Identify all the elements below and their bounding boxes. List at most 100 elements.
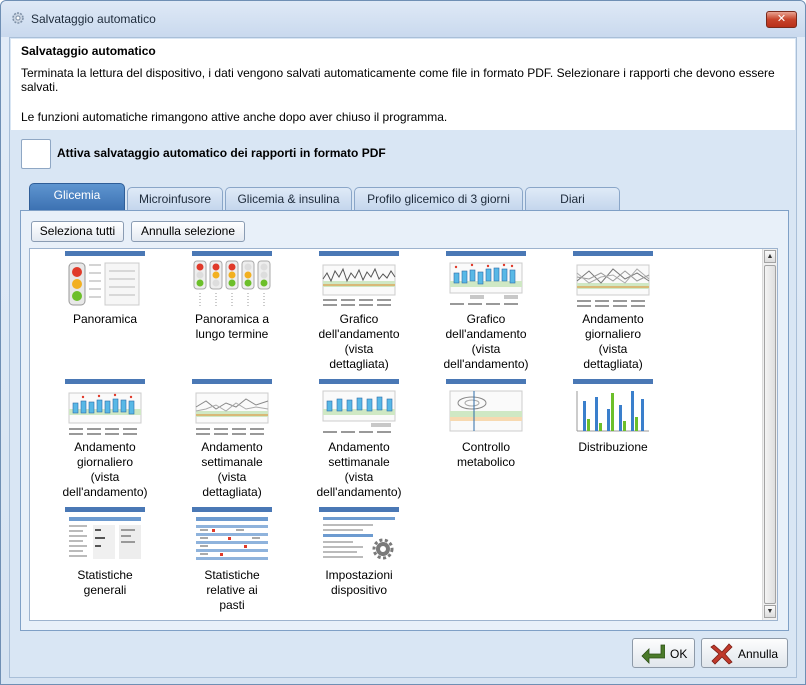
tab-glicemia[interactable]: Glicemia	[29, 183, 125, 212]
report-item-andamento-settimanale-dettagliata[interactable]: Andamento settimanale (vista dettagliata…	[177, 379, 287, 500]
report-label-line: Controllo	[461, 440, 511, 454]
report-label-line: dell'andamento	[318, 327, 400, 341]
report-item-andamento-giornaliero-trend[interactable]: Andamento giornaliero (vista dell'andame…	[50, 379, 160, 500]
report-label: Statistiche relative ai pasti	[177, 568, 287, 613]
report-label-line: pasti	[219, 598, 245, 612]
scroll-thumb[interactable]	[764, 265, 776, 604]
report-label-line: dispositivo	[330, 583, 388, 597]
report-item-andamento-giornaliero-dettagliata[interactable]: Andamento giornaliero (vista dettagliata…	[558, 251, 668, 372]
report-label-line: dell'andamento	[445, 327, 527, 341]
tab-diari[interactable]: Diari	[525, 187, 620, 211]
report-item-grafico-andamento-trend[interactable]: Grafico dell'andamento (vista dell'andam…	[431, 251, 541, 372]
auto-save-checkbox[interactable]	[21, 139, 51, 169]
report-label-line: metabolico	[456, 455, 516, 469]
boxplot-trend-chart-icon	[446, 251, 526, 305]
tab-microinfusore[interactable]: Microinfusore	[127, 187, 223, 211]
report-label-line: (vista	[217, 470, 247, 484]
scroll-down-icon[interactable]: ▼	[764, 605, 776, 618]
report-item-andamento-settimanale-trend[interactable]: Andamento settimanale (vista dell'andame…	[304, 379, 414, 500]
header-title: Salvataggio automatico	[21, 44, 156, 58]
report-label-line: Panoramica a	[194, 312, 270, 326]
report-label-line: giornaliero	[76, 455, 134, 469]
report-item-grafico-andamento-dettagliata[interactable]: Grafico dell'andamento (vista dettagliat…	[304, 251, 414, 372]
report-label-line: Statistiche	[77, 568, 133, 582]
report-label-line: dell'andamento)	[62, 485, 148, 499]
report-item-panoramica[interactable]: Panoramica	[50, 251, 160, 327]
report-label: Andamento settimanale (vista dettagliata…	[177, 440, 287, 500]
report-label-line: Andamento	[74, 440, 136, 454]
report-item-impostazioni-dispositivo[interactable]: Impostazioni dispositivo	[304, 507, 414, 598]
report-label-line: generali	[83, 583, 127, 597]
weekly-boxplot-chart-icon	[319, 379, 399, 433]
report-label-line: (vista	[471, 342, 501, 356]
dialog-client: Salvataggio automatico Terminata la lett…	[9, 37, 797, 678]
header-description: Terminata la lettura del dispositivo, i …	[21, 66, 775, 94]
report-label-line: lungo termine	[195, 327, 269, 341]
deselect-button[interactable]: Annulla selezione	[131, 221, 245, 242]
tab-glicemia-insulina[interactable]: Glicemia & insulina	[225, 187, 352, 211]
report-label-line: dell'andamento)	[443, 357, 529, 371]
report-label-line: Grafico	[466, 312, 506, 326]
report-label-line: Andamento	[582, 312, 644, 326]
report-label-line: (vista	[598, 342, 628, 356]
report-label-line: Grafico	[339, 312, 379, 326]
report-label-line: dettagliata)	[583, 357, 643, 371]
report-label: Panoramica a lungo termine	[177, 312, 287, 342]
report-label-line: Andamento	[201, 440, 263, 454]
select-all-button[interactable]: Seleziona tutti	[31, 221, 124, 242]
report-label-line: dettagliata)	[202, 485, 262, 499]
report-label-line: dell'andamento)	[316, 485, 402, 499]
window-title: Salvataggio automatico	[31, 12, 156, 26]
dialog-window: Salvataggio automatico ✕ Salvataggio aut…	[0, 0, 806, 685]
device-settings-table-icon	[319, 507, 399, 560]
auto-save-label[interactable]: Attiva salvataggio automatico dei rappor…	[57, 146, 386, 160]
report-label-line: (vista	[344, 342, 374, 356]
report-label: Statistiche generali	[50, 568, 160, 598]
cancel-button[interactable]: Annulla	[701, 638, 788, 668]
report-item-controllo-metabolico[interactable]: Controllo metabolico	[431, 379, 541, 470]
title-bar: Salvataggio automatico ✕	[1, 1, 805, 37]
traffic-light-overview-icon	[65, 251, 145, 306]
report-label: Grafico dell'andamento (vista dell'andam…	[431, 312, 541, 372]
report-label-line: settimanale	[328, 455, 390, 469]
report-list: Panoramica Panoramica a lungo termine Gr…	[29, 248, 778, 621]
report-label: Panoramica	[50, 312, 160, 327]
report-label: Andamento giornaliero (vista dettagliata…	[558, 312, 668, 372]
report-label: Controllo metabolico	[431, 440, 541, 470]
traffic-lights-long-term-icon	[192, 251, 272, 307]
header-panel: Salvataggio automatico Terminata la lett…	[11, 39, 795, 130]
meal-stats-table-icon	[192, 507, 272, 560]
report-label: Distribuzione	[558, 440, 668, 455]
scroll-up-icon[interactable]: ▲	[764, 250, 776, 263]
daily-boxplot-chart-icon	[65, 379, 145, 435]
report-label-line: Impostazioni	[325, 568, 393, 582]
report-item-statistiche-pasti[interactable]: Statistiche relative ai pasti	[177, 507, 287, 613]
tab-panel-glicemia: Seleziona tutti Annulla selezione Panora…	[20, 210, 789, 631]
report-label-line: Panoramica	[72, 312, 138, 326]
ok-arrow-icon	[641, 644, 665, 664]
metabolic-control-chart-icon	[446, 379, 526, 432]
report-label-line: dettagliata)	[329, 357, 389, 371]
report-label-line: Distribuzione	[578, 440, 648, 454]
daily-lines-chart-icon	[573, 251, 653, 307]
report-label-line: settimanale	[201, 455, 263, 469]
report-label-line: Statistiche	[204, 568, 260, 582]
report-label: Andamento giornaliero (vista dell'andame…	[50, 440, 160, 500]
tab-profilo-glicemico[interactable]: Profilo glicemico di 3 giorni	[354, 187, 523, 211]
gear-icon	[12, 12, 24, 24]
ok-button[interactable]: OK	[632, 638, 695, 668]
vertical-scrollbar[interactable]: ▲ ▼	[762, 249, 777, 620]
report-item-statistiche-generali[interactable]: Statistiche generali	[50, 507, 160, 598]
cancel-label: Annulla	[738, 647, 779, 661]
close-button[interactable]: ✕	[766, 11, 797, 28]
report-item-panoramica-lungo-termine[interactable]: Panoramica a lungo termine	[177, 251, 287, 342]
report-label-line: (vista	[90, 470, 120, 484]
distribution-bars-icon	[573, 379, 653, 432]
report-label-line: (vista	[344, 470, 374, 484]
ok-label: OK	[670, 647, 688, 661]
line-trend-chart-icon	[319, 251, 399, 306]
cancel-x-icon	[710, 643, 733, 665]
report-label-line: giornaliero	[584, 327, 642, 341]
report-label: Grafico dell'andamento (vista dettagliat…	[304, 312, 414, 372]
report-item-distribuzione[interactable]: Distribuzione	[558, 379, 668, 455]
